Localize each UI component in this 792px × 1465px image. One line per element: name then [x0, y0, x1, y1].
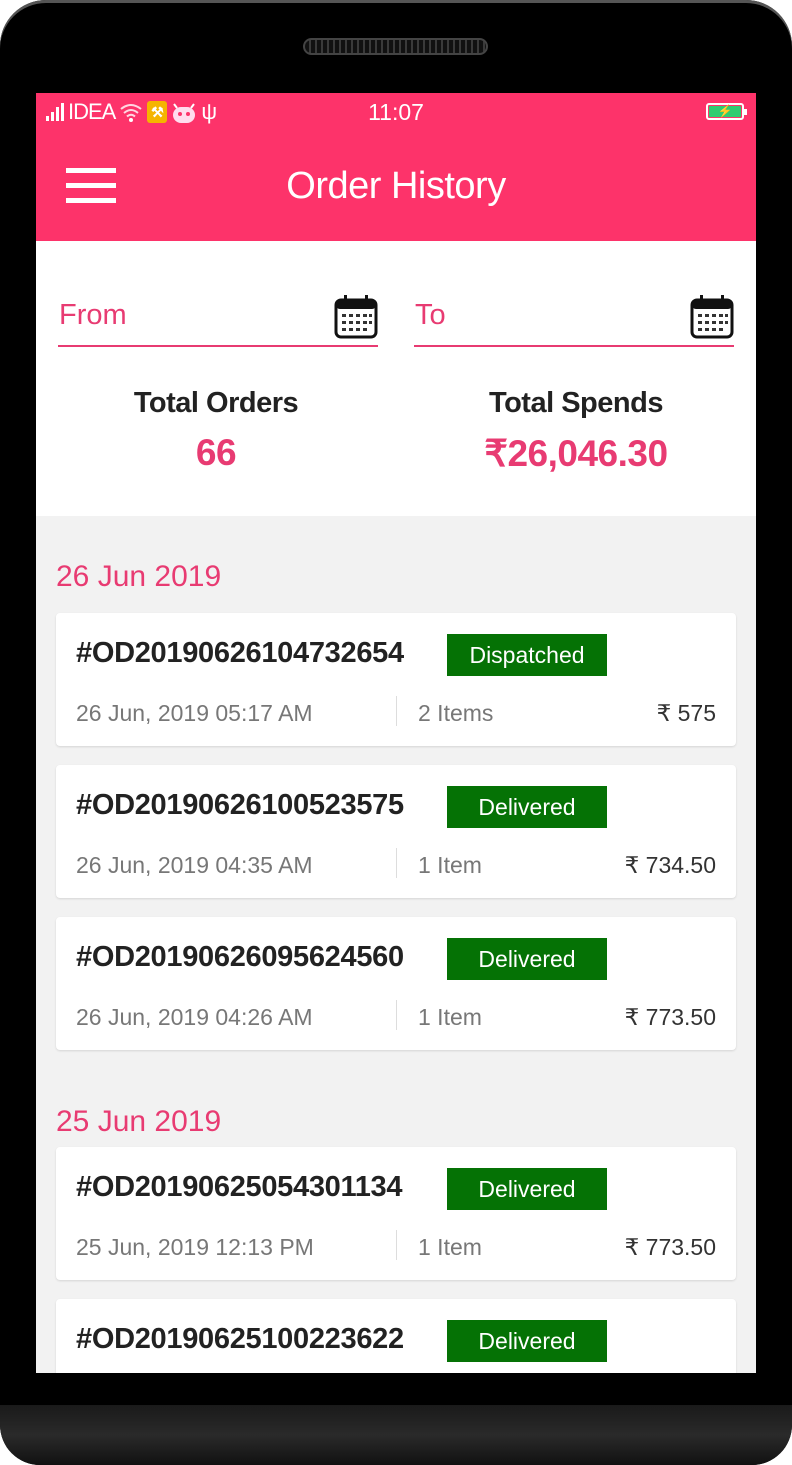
total-spends-value: ₹26,046.30 [484, 433, 668, 474]
calendar-icon[interactable] [334, 295, 378, 339]
total-orders-label: Total Orders [133, 387, 299, 419]
date-group-header: 26 Jun 2019 [56, 560, 222, 593]
divider [396, 696, 397, 726]
divider [396, 1230, 397, 1260]
status-badge: Delivered [447, 1168, 607, 1210]
status-badge: Dispatched [447, 634, 607, 676]
order-card[interactable]: #OD20190625100223622 Delivered [56, 1299, 736, 1373]
order-amount: ₹ 734.50 [624, 852, 716, 878]
order-item-count: 1 Item [418, 1234, 482, 1260]
order-item-count: 1 Item [418, 852, 482, 878]
total-spends-label: Total Spends [489, 387, 663, 419]
to-date-field[interactable]: To [414, 293, 734, 347]
order-item-count: 1 Item [418, 1004, 482, 1030]
to-date-label: To [415, 299, 446, 331]
order-item-count: 2 Items [418, 700, 494, 726]
order-amount: ₹ 575 [656, 700, 716, 726]
order-card[interactable]: #OD20190626095624560 Delivered 26 Jun, 2… [56, 917, 736, 1050]
phone-frame: IDEA ⚒ ψ 11:07 ⚡ Order History From To T… [0, 0, 792, 1465]
order-card[interactable]: #OD20190626104732654 Dispatched 26 Jun, … [56, 613, 736, 746]
page-title: Order History [286, 165, 506, 207]
from-date-label: From [59, 299, 127, 331]
status-badge: Delivered [447, 938, 607, 980]
clock: 11:07 [368, 99, 424, 125]
phone-bottom-bezel [0, 1405, 792, 1465]
order-datetime: 25 Jun, 2019 12:13 PM [76, 1234, 314, 1260]
order-datetime: 26 Jun, 2019 04:26 AM [76, 1004, 313, 1030]
filter-summary-panel: From To Total Orders 66 Total Spends ₹26… [36, 241, 756, 516]
order-card[interactable]: #OD20190625054301134 Delivered 25 Jun, 2… [56, 1147, 736, 1280]
divider [396, 1000, 397, 1030]
divider [396, 848, 397, 878]
order-id: #OD20190625100223622 [76, 1323, 404, 1355]
screen: IDEA ⚒ ψ 11:07 ⚡ Order History From To T… [36, 93, 756, 1373]
order-card[interactable]: #OD20190626100523575 Delivered 26 Jun, 2… [56, 765, 736, 898]
battery-charging-icon: ⚡ [706, 103, 747, 120]
calendar-icon[interactable] [690, 295, 734, 339]
total-spends-stat: Total Spends ₹26,046.30 [396, 387, 756, 475]
total-orders-stat: Total Orders 66 [36, 387, 396, 474]
order-id: #OD20190626095624560 [76, 941, 404, 973]
order-id: #OD20190626100523575 [76, 789, 404, 821]
status-badge: Delivered [447, 786, 607, 828]
order-amount: ₹ 773.50 [624, 1004, 716, 1030]
status-badge: Delivered [447, 1320, 607, 1362]
order-list[interactable]: 26 Jun 2019 #OD20190626104732654 Dispatc… [36, 516, 756, 1373]
app-bar: Order History [36, 131, 756, 241]
from-date-field[interactable]: From [58, 293, 378, 347]
order-id: #OD20190626104732654 [76, 637, 404, 669]
order-amount: ₹ 773.50 [624, 1234, 716, 1260]
status-bar: IDEA ⚒ ψ 11:07 ⚡ [36, 93, 756, 131]
total-orders-value: 66 [195, 432, 237, 473]
date-group-header: 25 Jun 2019 [56, 1105, 222, 1138]
order-datetime: 26 Jun, 2019 05:17 AM [76, 700, 313, 726]
order-datetime: 26 Jun, 2019 04:35 AM [76, 852, 313, 878]
phone-speaker [303, 38, 488, 55]
order-id: #OD20190625054301134 [76, 1171, 403, 1203]
